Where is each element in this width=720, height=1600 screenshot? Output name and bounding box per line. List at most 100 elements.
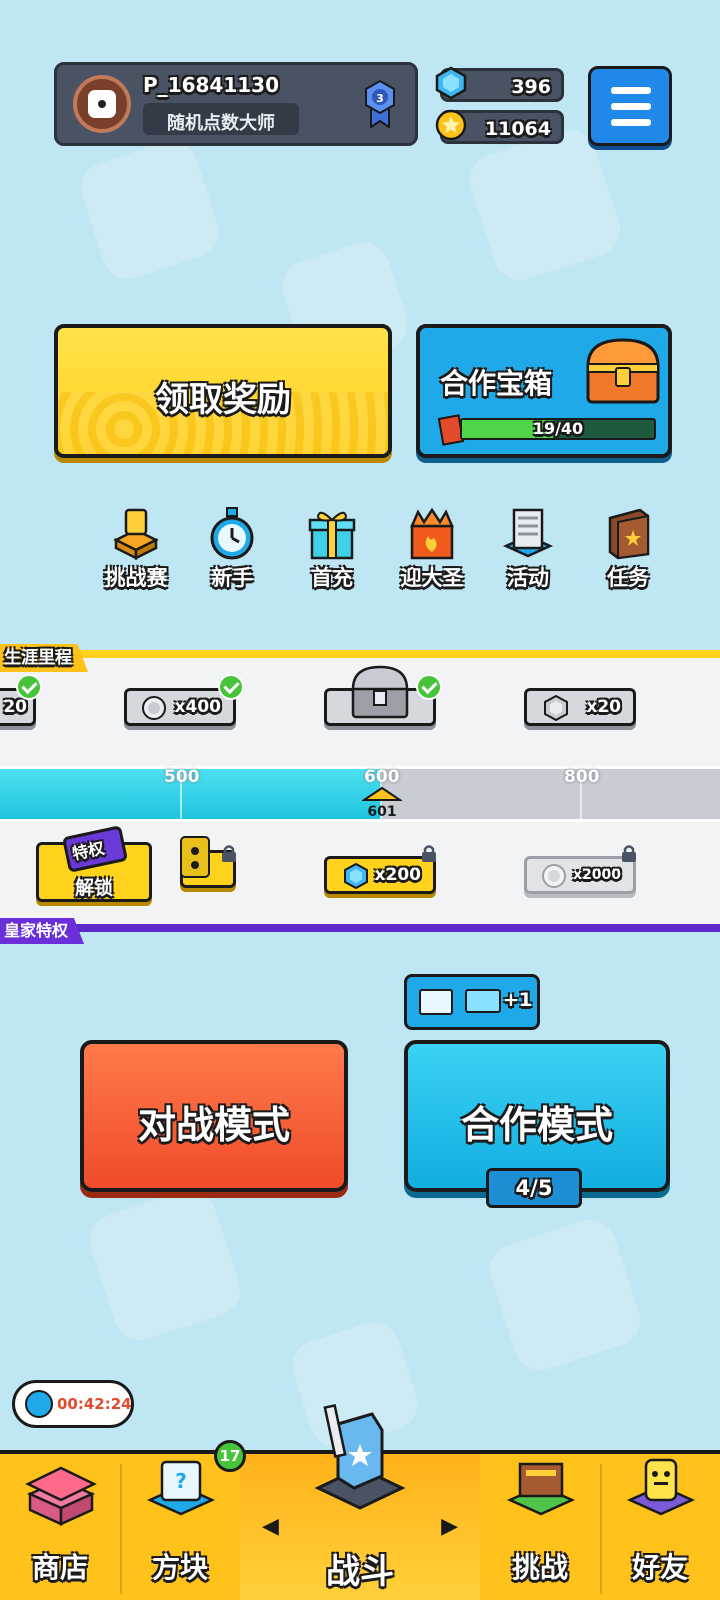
coop-mode-label: 合作模式 — [460, 1103, 613, 1147]
gift-box-icon — [308, 511, 356, 560]
silver-coin-icon — [542, 864, 566, 888]
claim-reward-button[interactable]: 领取奖励 — [54, 324, 392, 458]
activity-quests[interactable]: 任务 — [586, 506, 670, 596]
dice-icon — [88, 90, 116, 118]
challenge-board-icon — [506, 1462, 576, 1516]
blue-gem-icon — [344, 863, 368, 889]
left-arrow-icon[interactable]: ◀ — [262, 1514, 279, 1539]
nav-blocks-label: 方块 — [151, 1551, 208, 1584]
rank-badge-icon[interactable]: 3 — [363, 79, 397, 129]
milestone-label: 500 — [164, 767, 200, 787]
coop-attempts-count: 4/5 — [515, 1176, 553, 1200]
player-title-box: 随机点数大师 — [143, 103, 299, 135]
reward-qty: x400 — [174, 697, 221, 717]
activity-events[interactable]: 活动 — [486, 506, 570, 596]
background-dice — [83, 1183, 247, 1347]
background-dice — [74, 134, 226, 286]
watch-ad-bonus-button[interactable]: +1 — [404, 974, 540, 1030]
activity-label: 任务 — [607, 566, 649, 590]
coop-chest-button[interactable]: 合作宝箱 19/40 — [416, 324, 672, 458]
video-ad-icon — [419, 989, 453, 1015]
activity-label: 新手 — [211, 566, 253, 590]
nav-battle[interactable]: ◀ 战斗 ▶ — [240, 1404, 480, 1600]
news-paper-icon — [502, 508, 554, 558]
dice-block-icon: ? — [146, 1460, 216, 1516]
reward-qty: x2000 — [573, 867, 621, 883]
activity-label: 迎大圣 — [400, 566, 464, 590]
career-milestone-tag: 生涯里程 — [0, 644, 88, 672]
nav-friends-label: 好友 — [631, 1551, 688, 1584]
career-milestone-title: 生涯里程 — [4, 648, 72, 668]
bottom-navigation: 商店 ? 方块 ◀ 战斗 ▶ 挑战 好友 — [0, 1404, 720, 1600]
quest-book-icon — [608, 508, 650, 560]
timer-text: 00:42:24 — [57, 1395, 132, 1413]
activity-challenge[interactable]: 挑战赛 — [94, 506, 178, 596]
nav-friends[interactable]: 好友 — [600, 1454, 720, 1600]
timer-icon — [25, 1390, 53, 1418]
nav-shop-label: 商店 — [31, 1551, 88, 1584]
menu-button[interactable] — [588, 66, 672, 146]
right-arrow-icon[interactable]: ▶ — [441, 1514, 458, 1539]
shop-refresh-timer: 00:42:24 — [12, 1380, 134, 1428]
event-flame-icon — [410, 507, 454, 560]
avatar[interactable] — [73, 75, 131, 133]
reward-qty: 20 — [3, 697, 27, 717]
claimed-check-icon — [416, 674, 442, 700]
ad-bonus-amount: +1 — [503, 989, 533, 1011]
battle-shield-icon — [314, 1404, 406, 1510]
energy-ticket-icon — [465, 989, 501, 1013]
stopwatch-icon — [210, 507, 254, 560]
background-dice — [463, 123, 627, 287]
royal-unlock-button[interactable]: 特权 解锁 — [36, 825, 152, 902]
activity-first-charge[interactable]: 首充 — [290, 506, 374, 596]
activity-newbie[interactable]: 新手 — [190, 506, 274, 596]
notification-count: 17 — [219, 1447, 241, 1465]
silver-gem-icon — [544, 695, 568, 721]
royal-privilege-tag: 皇家特权 — [0, 918, 85, 944]
player-profile-panel[interactable]: P_16841130 随机点数大师 3 — [54, 62, 418, 146]
gem-count: 396 — [511, 76, 551, 98]
coop-chest-label: 合作宝箱 — [440, 367, 553, 400]
reward-qty: x20 — [586, 697, 621, 717]
claimed-check-icon — [16, 674, 42, 700]
nav-battle-label: 战斗 — [326, 1552, 394, 1592]
activity-label: 活动 — [507, 566, 549, 590]
coop-chest-progress-text: 19/40 — [532, 419, 584, 438]
lock-icon — [622, 845, 636, 862]
milestone-label: 600 — [364, 767, 400, 787]
nav-blocks[interactable]: ? 方块 — [120, 1454, 240, 1600]
shop-icon — [25, 1466, 97, 1526]
lock-icon — [222, 845, 236, 862]
battle-mode-label: 对战模式 — [137, 1103, 290, 1147]
svg-text:?: ? — [175, 1469, 187, 1493]
player-title: 随机点数大师 — [167, 113, 275, 134]
gold-coin-icon — [435, 109, 467, 141]
treasure-chest-icon — [586, 338, 660, 404]
notification-badge: 17 — [214, 1440, 246, 1472]
battle-mode-button[interactable]: 对战模式 — [80, 1040, 348, 1192]
career-reward-slot[interactable]: x20 — [524, 688, 636, 726]
silver-coin-icon — [142, 696, 166, 720]
nav-challenge-label: 挑战 — [511, 1551, 568, 1584]
reward-qty: x200 — [374, 865, 421, 885]
nav-shop[interactable]: 商店 — [0, 1454, 120, 1600]
player-name: P_16841130 — [143, 73, 279, 97]
lock-icon — [422, 845, 436, 862]
claimed-check-icon — [218, 674, 244, 700]
coin-count: 11064 — [484, 118, 551, 140]
career-progress-track: 500 600 800 — [0, 766, 720, 822]
coop-chest-progress-bar: 19/40 — [460, 418, 656, 440]
unlock-label: 解锁 — [74, 877, 113, 899]
activity-welcome-sage[interactable]: 迎大圣 — [390, 506, 474, 596]
current-progress-value: 601 — [367, 804, 397, 820]
challenge-trophy-icon — [113, 508, 159, 560]
activity-label: 首充 — [311, 566, 353, 590]
claim-reward-label: 领取奖励 — [155, 380, 291, 420]
gold-dice-icon — [180, 836, 210, 878]
nav-challenge[interactable]: 挑战 — [480, 1454, 600, 1600]
friend-character-icon — [626, 1458, 696, 1516]
royal-privilege-title: 皇家特权 — [4, 921, 69, 940]
rank-level: 3 — [376, 92, 384, 105]
privilege-ticket-label: 特权 — [70, 838, 106, 864]
menu-icon — [611, 87, 651, 94]
